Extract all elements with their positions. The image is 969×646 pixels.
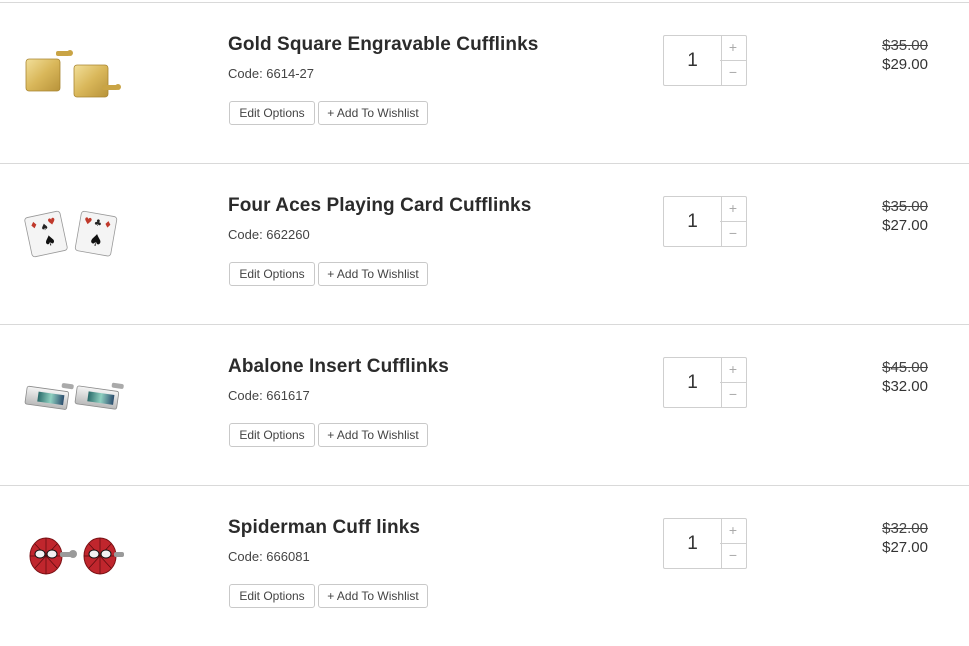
abalone-cufflinks-image[interactable]	[16, 355, 128, 425]
cart-item: ♦ ♠ ♥ ♠ ♥ ♣ ♦ ♠ Four Aces Playing Card C…	[0, 164, 969, 324]
add-to-wishlist-button[interactable]: + Add To Wishlist	[318, 423, 428, 447]
svg-text:♦: ♦	[103, 220, 113, 231]
add-to-wishlist-button[interactable]: + Add To Wishlist	[318, 262, 428, 286]
svg-text:♥: ♥	[83, 216, 93, 227]
quantity-decrease-button[interactable]: −	[720, 383, 746, 407]
quantity-input[interactable]: 1	[664, 197, 722, 246]
quantity-input[interactable]: 1	[664, 519, 722, 568]
product-code: Code: 666081	[228, 549, 310, 564]
svg-text:♣: ♣	[93, 218, 103, 229]
original-price: $32.00	[882, 520, 928, 537]
cart-item: Gold Square Engravable Cufflinks Code: 6…	[0, 3, 969, 163]
product-name[interactable]: Spiderman Cuff links	[228, 517, 420, 539]
quantity-stepper: 1 + −	[663, 196, 747, 247]
product-name[interactable]: Abalone Insert Cufflinks	[228, 356, 449, 378]
sale-price: $27.00	[882, 539, 928, 556]
sale-price: $27.00	[882, 217, 928, 234]
quantity-increase-button[interactable]: +	[720, 197, 746, 222]
cart-item: Abalone Insert Cufflinks Code: 661617 Ed…	[0, 325, 969, 485]
quantity-input[interactable]: 1	[664, 358, 722, 407]
product-code: Code: 661617	[228, 388, 310, 403]
add-to-wishlist-button[interactable]: + Add To Wishlist	[318, 101, 428, 125]
quantity-decrease-button[interactable]: −	[720, 544, 746, 568]
product-code: Code: 662260	[228, 227, 310, 242]
cart-list: Gold Square Engravable Cufflinks Code: 6…	[0, 0, 969, 639]
quantity-increase-button[interactable]: +	[720, 36, 746, 61]
original-price: $45.00	[882, 359, 928, 376]
gold-square-cufflinks-image[interactable]	[16, 33, 128, 103]
product-name[interactable]: Gold Square Engravable Cufflinks	[228, 34, 538, 56]
cart-item: Spiderman Cuff links Code: 666081 Edit O…	[0, 486, 969, 646]
original-price: $35.00	[882, 37, 928, 54]
sale-price: $29.00	[882, 56, 928, 73]
quantity-stepper: 1 + −	[663, 518, 747, 569]
product-code: Code: 6614-27	[228, 66, 315, 81]
sale-price: $32.00	[882, 378, 928, 395]
original-price: $35.00	[882, 198, 928, 215]
quantity-stepper: 1 + −	[663, 35, 747, 86]
playing-card-cufflinks-image[interactable]: ♦ ♠ ♥ ♠ ♥ ♣ ♦ ♠	[16, 194, 128, 264]
quantity-stepper: 1 + −	[663, 357, 747, 408]
spiderman-cufflinks-image[interactable]	[16, 516, 128, 586]
quantity-increase-button[interactable]: +	[720, 519, 746, 544]
product-name[interactable]: Four Aces Playing Card Cufflinks	[228, 195, 531, 217]
quantity-decrease-button[interactable]: −	[720, 61, 746, 85]
quantity-input[interactable]: 1	[664, 36, 722, 85]
quantity-decrease-button[interactable]: −	[720, 222, 746, 246]
edit-options-button[interactable]: Edit Options	[229, 423, 315, 447]
edit-options-button[interactable]: Edit Options	[229, 101, 315, 125]
quantity-increase-button[interactable]: +	[720, 358, 746, 383]
edit-options-button[interactable]: Edit Options	[229, 584, 315, 608]
add-to-wishlist-button[interactable]: + Add To Wishlist	[318, 584, 428, 608]
edit-options-button[interactable]: Edit Options	[229, 262, 315, 286]
